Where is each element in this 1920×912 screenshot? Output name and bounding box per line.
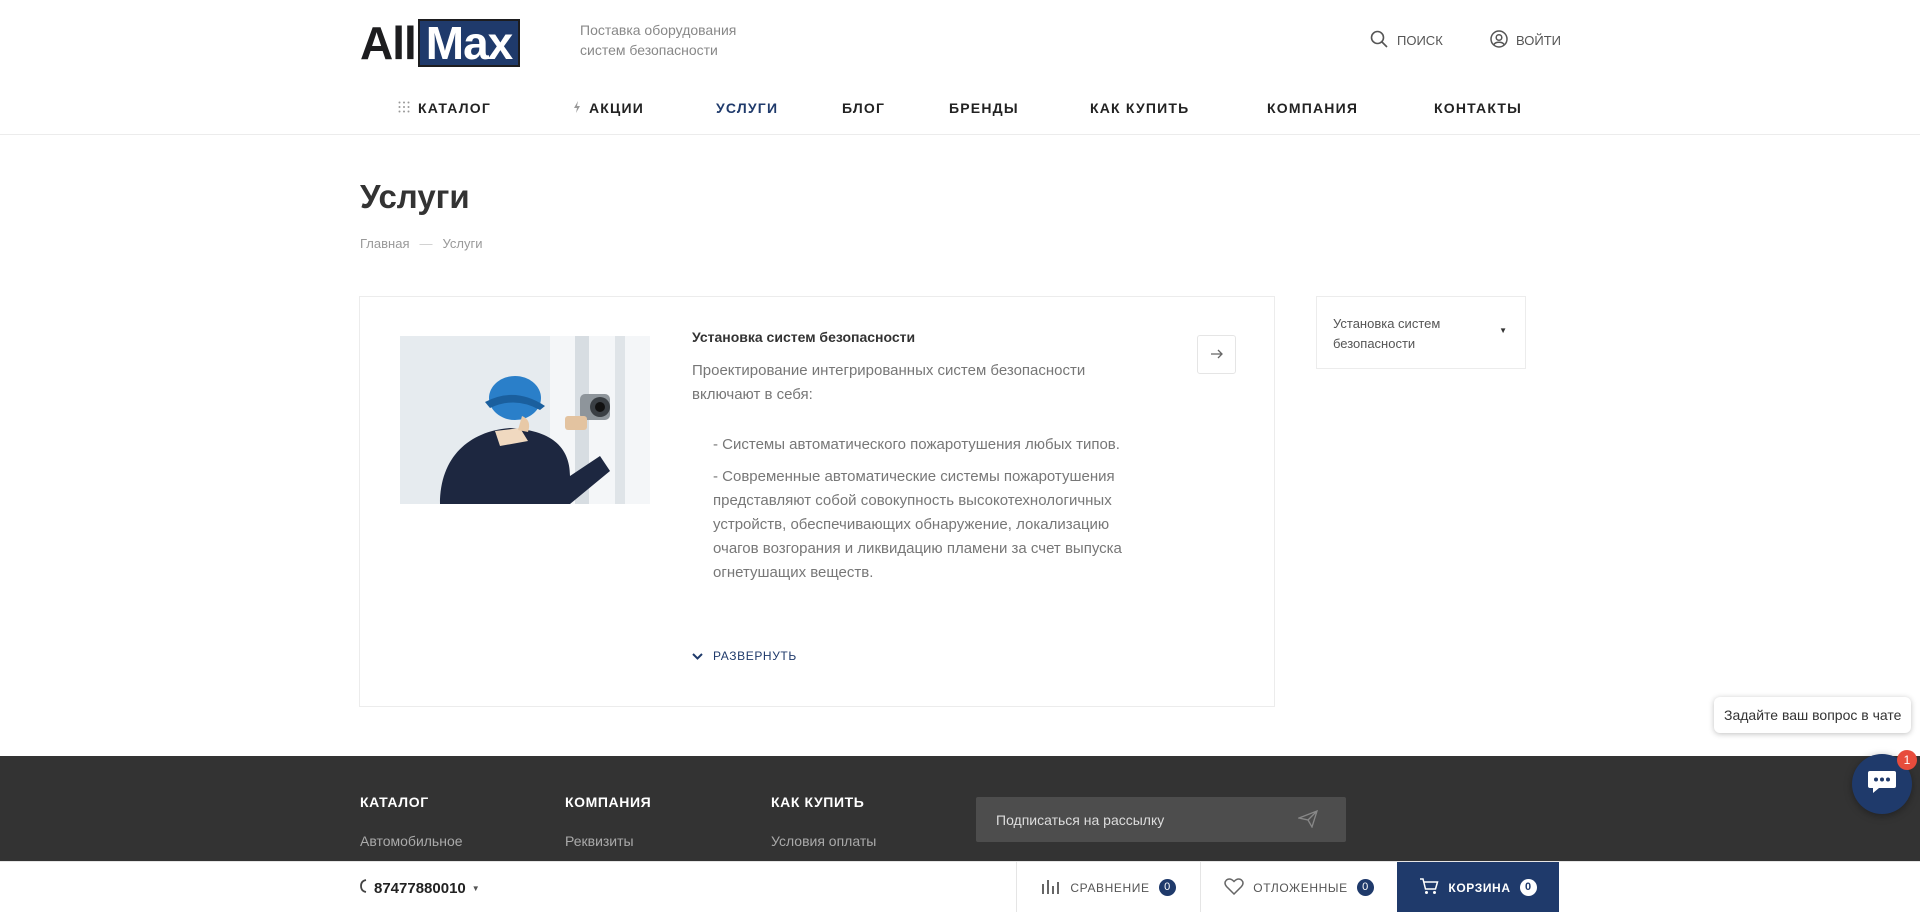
- nav-label: БЛОГ: [842, 100, 886, 116]
- breadcrumb: Главная — Услуги: [360, 236, 482, 251]
- nav-item-blog[interactable]: БЛОГ: [842, 100, 885, 116]
- compare-button[interactable]: СРАВНЕНИЕ 0: [1016, 862, 1200, 912]
- nav-item-contacts[interactable]: КОНТАКТЫ: [1434, 100, 1522, 116]
- search-label: ПОИСК: [1397, 33, 1443, 48]
- chat-unread-badge: 1: [1897, 750, 1917, 770]
- main-nav: КАТАЛОГ АКЦИИ УСЛУГИ БЛОГ БРЕНДЫ КАК КУП…: [360, 95, 1560, 123]
- favorites-count: 0: [1356, 879, 1374, 896]
- footer-column-catalog: КАТАЛОГ Автомобильное: [360, 794, 463, 849]
- bar-chart-icon: [1041, 878, 1061, 897]
- logo[interactable]: All Max: [360, 17, 521, 69]
- nav-item-services[interactable]: УСЛУГИ: [716, 100, 778, 116]
- nav-item-how-to-buy[interactable]: КАК КУПИТЬ: [1090, 100, 1189, 116]
- footer-link[interactable]: Автомобильное: [360, 833, 463, 849]
- footer-link[interactable]: Реквизиты: [565, 833, 651, 849]
- service-image[interactable]: [400, 336, 650, 504]
- lightning-icon: [573, 100, 581, 116]
- favorites-button[interactable]: ОТЛОЖЕННЫЕ 0: [1200, 862, 1397, 912]
- subscribe-label: Подписаться на рассылку: [996, 811, 1165, 828]
- grid-icon: [398, 100, 410, 116]
- logo-part-max: Max: [417, 19, 521, 67]
- footer-heading[interactable]: КАК КУПИТЬ: [771, 794, 876, 810]
- login-label: ВОЙТИ: [1516, 33, 1561, 48]
- phone-number: 87477880010: [374, 879, 466, 897]
- nav-label: КАТАЛОГ: [418, 100, 491, 116]
- page: All Max Поставка оборудования систем без…: [0, 0, 1920, 912]
- header-slogan: Поставка оборудования систем безопасност…: [580, 22, 737, 58]
- nav-label: УСЛУГИ: [716, 100, 779, 116]
- compare-count: 0: [1158, 879, 1176, 896]
- phone-icon: [360, 879, 368, 897]
- filter-label: Установка систем безопасности: [1333, 316, 1441, 351]
- nav-label: АКЦИИ: [589, 100, 645, 116]
- nav-item-company[interactable]: КОМПАНИЯ: [1267, 100, 1358, 116]
- caret-down-icon: ▼: [1499, 326, 1507, 335]
- footer-column-how-to-buy: КАК КУПИТЬ Условия оплаты: [771, 794, 876, 849]
- search-button[interactable]: ПОИСК: [1370, 30, 1443, 51]
- page-title: Услуги: [360, 178, 470, 215]
- nav-label: БРЕНДЫ: [949, 100, 1019, 116]
- nav-item-brands[interactable]: БРЕНДЫ: [949, 100, 1019, 116]
- service-description: Проектирование интегрированных систем бе…: [692, 362, 1086, 403]
- user-icon: [1490, 30, 1508, 51]
- list-item: - Современные автоматические системы пож…: [713, 468, 1122, 581]
- favorites-label: ОТЛОЖЕННЫЕ: [1253, 880, 1348, 895]
- footer-heading[interactable]: КОМПАНИЯ: [565, 794, 651, 810]
- nav-item-catalog[interactable]: КАТАЛОГ: [398, 100, 491, 116]
- service-filter-dropdown[interactable]: Установка систем безопасности ▼: [1316, 296, 1526, 369]
- send-icon: [1296, 809, 1319, 831]
- nav-label: КОНТАКТЫ: [1434, 100, 1523, 116]
- service-list: - Системы автоматического пожаротушения …: [713, 433, 1153, 593]
- cart-count: 0: [1519, 879, 1537, 896]
- chevron-down-icon: [692, 649, 703, 663]
- cart-button[interactable]: КОРЗИНА 0: [1397, 862, 1559, 912]
- footer-link[interactable]: Условия оплаты: [771, 833, 876, 849]
- caret-down-icon: ▼: [471, 883, 480, 893]
- chat-tooltip[interactable]: Задайте ваш вопрос в чате: [1714, 697, 1912, 733]
- search-icon: [1370, 30, 1388, 51]
- service-card: Установка систем безопасности Проектиров…: [359, 296, 1275, 707]
- nav-item-promo[interactable]: АКЦИИ: [573, 100, 644, 116]
- phone-link[interactable]: 87477880010 ▼: [360, 879, 480, 897]
- login-button[interactable]: ВОЙТИ: [1490, 30, 1561, 51]
- expand-link[interactable]: РАЗВЕРНУТЬ: [692, 649, 797, 663]
- nav-label: КАК КУПИТЬ: [1090, 100, 1190, 116]
- breadcrumb-current: Услуги: [442, 236, 483, 251]
- site-header: All Max Поставка оборудования систем без…: [0, 0, 1920, 135]
- footer-heading[interactable]: КАТАЛОГ: [360, 794, 463, 810]
- list-item: - Системы автоматического пожаротушения …: [713, 436, 1120, 453]
- heart-icon: [1224, 877, 1245, 898]
- breadcrumb-home[interactable]: Главная: [360, 236, 409, 251]
- bottom-bar: 87477880010 ▼ СРАВНЕНИЕ 0 ОТЛОЖЕННЫЕ 0 К…: [0, 861, 1920, 912]
- logo-part-all: All: [360, 17, 417, 69]
- footer-column-company: КОМПАНИЯ Реквизиты: [565, 794, 651, 849]
- expand-label: РАЗВЕРНУТЬ: [713, 649, 797, 663]
- open-service-button[interactable]: [1197, 335, 1236, 374]
- service-title[interactable]: Установка систем безопасности: [692, 329, 915, 345]
- breadcrumb-separator: —: [419, 236, 433, 251]
- nav-label: КОМПАНИЯ: [1267, 100, 1359, 116]
- compare-label: СРАВНЕНИЕ: [1070, 880, 1150, 895]
- subscribe-button[interactable]: Подписаться на рассылку: [976, 797, 1346, 842]
- cart-label: КОРЗИНА: [1448, 880, 1511, 895]
- cart-icon: [1419, 877, 1439, 898]
- arrow-right-icon: [1210, 346, 1223, 364]
- chat-icon: [1867, 769, 1897, 800]
